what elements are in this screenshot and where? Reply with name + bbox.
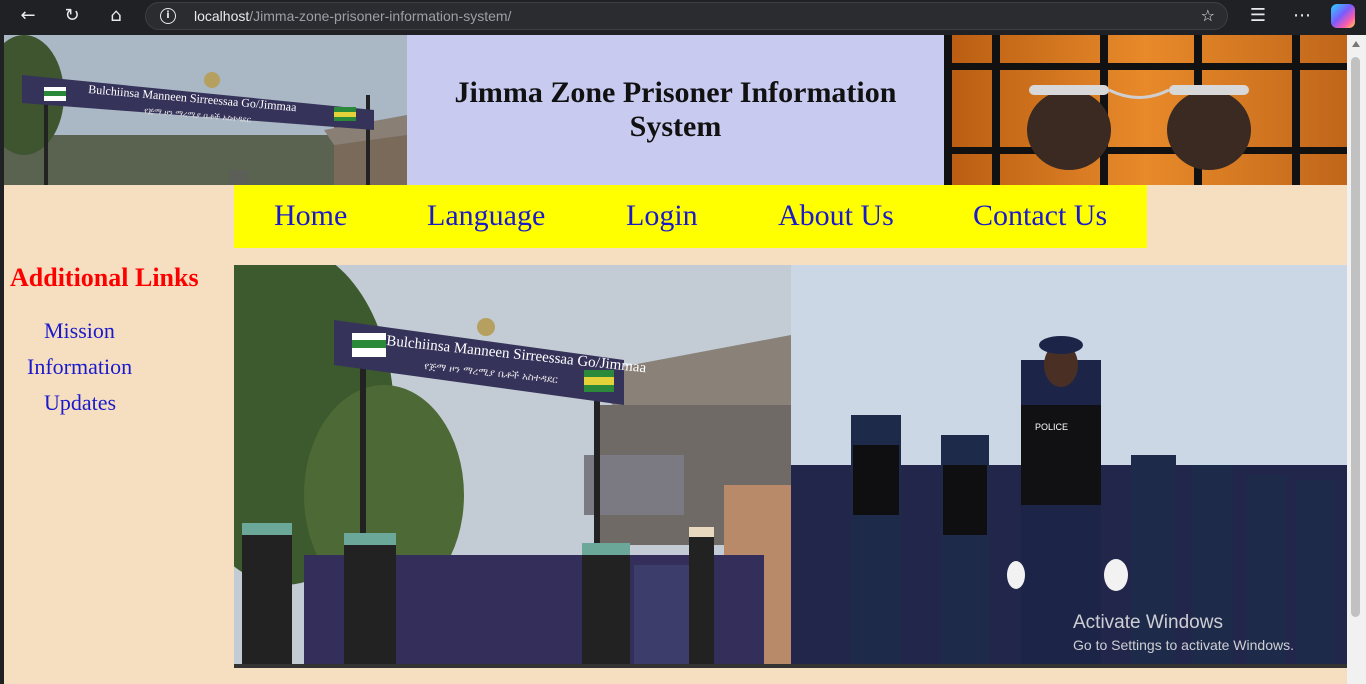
header-handcuffs-illustration bbox=[944, 35, 1347, 185]
windows-activation-hint: Go to Settings to activate Windows. bbox=[1073, 637, 1294, 653]
main-police-illustration: POLICE bbox=[791, 265, 1347, 668]
sidebar-link-updates[interactable]: Updates bbox=[44, 390, 116, 416]
sidebar-link-mission[interactable]: Mission bbox=[44, 318, 115, 344]
nav-home-link[interactable]: Home bbox=[274, 199, 347, 233]
reload-icon[interactable]: ↻ bbox=[58, 4, 86, 28]
favorite-star-icon[interactable]: ☆ bbox=[1201, 6, 1215, 25]
url-text[interactable]: localhost/Jimma-zone-prisoner-informatio… bbox=[194, 8, 511, 24]
nav-language-link[interactable]: Language bbox=[427, 199, 545, 233]
browser-toolbar: ← ↻ ⌂ i localhost/Jimma-zone-prisoner-in… bbox=[0, 0, 1366, 35]
site-info-icon[interactable]: i bbox=[160, 8, 176, 24]
main-police-photo: POLICE bbox=[791, 265, 1347, 668]
home-icon[interactable]: ⌂ bbox=[102, 4, 130, 28]
header-handcuffs-photo bbox=[944, 35, 1347, 185]
favorites-list-icon[interactable]: ☰ bbox=[1244, 4, 1272, 28]
main-nav: Home Language Login About Us Contact Us bbox=[234, 185, 1147, 248]
more-menu-icon[interactable]: ⋯ bbox=[1288, 4, 1316, 28]
main-gate-photo: Bulchiinsa Manneen Sirreessaa Go/Jimmaa … bbox=[234, 265, 791, 668]
page-body: Bulchiinsa Manneen Sirreessaa Go/Jimmaa … bbox=[4, 35, 1347, 684]
nav-contact-link[interactable]: Contact Us bbox=[973, 199, 1107, 233]
scroll-up-arrow-icon[interactable] bbox=[1352, 41, 1360, 47]
header-gate-photo: Bulchiinsa Manneen Sirreessaa Go/Jimmaa … bbox=[4, 35, 407, 185]
site-title: Jimma Zone Prisoner Information System bbox=[454, 76, 897, 143]
copilot-icon[interactable] bbox=[1331, 4, 1355, 28]
header-gate-illustration: Bulchiinsa Manneen Sirreessaa Go/Jimmaa … bbox=[4, 35, 407, 185]
nav-about-link[interactable]: About Us bbox=[778, 199, 894, 233]
site-title-box: Jimma Zone Prisoner Information System bbox=[407, 35, 944, 185]
site-header: Bulchiinsa Manneen Sirreessaa Go/Jimmaa … bbox=[4, 35, 1347, 185]
sidebar-title: Additional Links bbox=[10, 263, 199, 292]
sidebar-link-information[interactable]: Information bbox=[27, 354, 132, 380]
nav-login-link[interactable]: Login bbox=[626, 199, 698, 233]
police-vest-label: POLICE bbox=[1035, 422, 1068, 432]
page-scrollbar[interactable] bbox=[1347, 35, 1366, 684]
url-path: /Jimma-zone-prisoner-information-system/ bbox=[249, 8, 512, 24]
url-host: localhost bbox=[194, 8, 250, 24]
address-bar[interactable]: i localhost/Jimma-zone-prisoner-informat… bbox=[145, 2, 1228, 30]
windows-activation-title: Activate Windows bbox=[1073, 612, 1223, 633]
main-gate-illustration: Bulchiinsa Manneen Sirreessaa Go/Jimmaa … bbox=[234, 265, 791, 668]
content-bottom-edge bbox=[234, 664, 1347, 668]
back-arrow-icon[interactable]: ← bbox=[14, 4, 42, 28]
scrollbar-thumb[interactable] bbox=[1351, 57, 1360, 617]
